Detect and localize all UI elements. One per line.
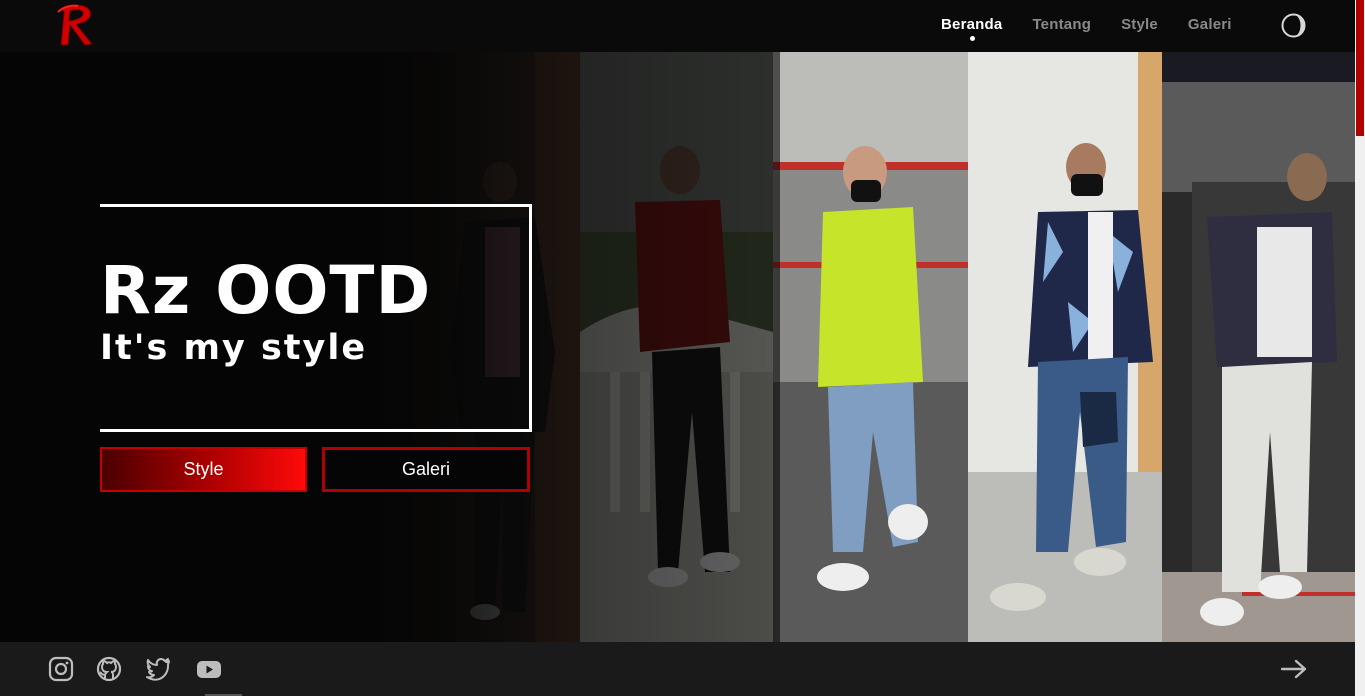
nav-item-label: Galeri xyxy=(1187,16,1232,33)
twitter-icon[interactable] xyxy=(145,656,171,682)
outfit-photo-3 xyxy=(773,52,968,642)
youtube-icon[interactable] xyxy=(196,656,222,682)
navbar: Beranda Tentang Style Galeri xyxy=(0,0,1355,52)
galeri-button[interactable]: Galeri xyxy=(322,447,530,492)
nav-item-tentang[interactable]: Tentang xyxy=(1032,16,1091,33)
outfit-photo-4 xyxy=(968,52,1162,642)
nav-links: Beranda Tentang Style Galeri xyxy=(941,16,1262,41)
instagram-icon[interactable] xyxy=(48,656,74,682)
hero-section: Rz OOTD It's my style Style Galeri xyxy=(0,52,1355,642)
github-icon[interactable] xyxy=(96,656,122,682)
nav-item-style[interactable]: Style xyxy=(1121,16,1158,33)
active-indicator-dot xyxy=(969,36,975,41)
nav-item-label: Beranda xyxy=(941,16,1003,33)
arrow-right-icon[interactable] xyxy=(1279,656,1309,682)
style-button[interactable]: Style xyxy=(100,447,307,492)
nav-item-galeri[interactable]: Galeri xyxy=(1188,16,1232,33)
nav-item-label: Tentang xyxy=(1032,16,1092,33)
nav-item-beranda[interactable]: Beranda xyxy=(941,16,1003,41)
logo[interactable] xyxy=(52,2,100,48)
hero-subtitle: It's my style xyxy=(100,328,368,368)
outfit-photo-5 xyxy=(1162,52,1355,642)
hero-title: Rz OOTD xyxy=(100,252,432,329)
half-moon-icon[interactable] xyxy=(1281,13,1306,38)
footer xyxy=(0,642,1355,696)
nav-item-label: Style xyxy=(1121,16,1158,33)
scrollbar-thumb[interactable] xyxy=(1356,0,1364,136)
scrollbar[interactable] xyxy=(1355,0,1365,696)
